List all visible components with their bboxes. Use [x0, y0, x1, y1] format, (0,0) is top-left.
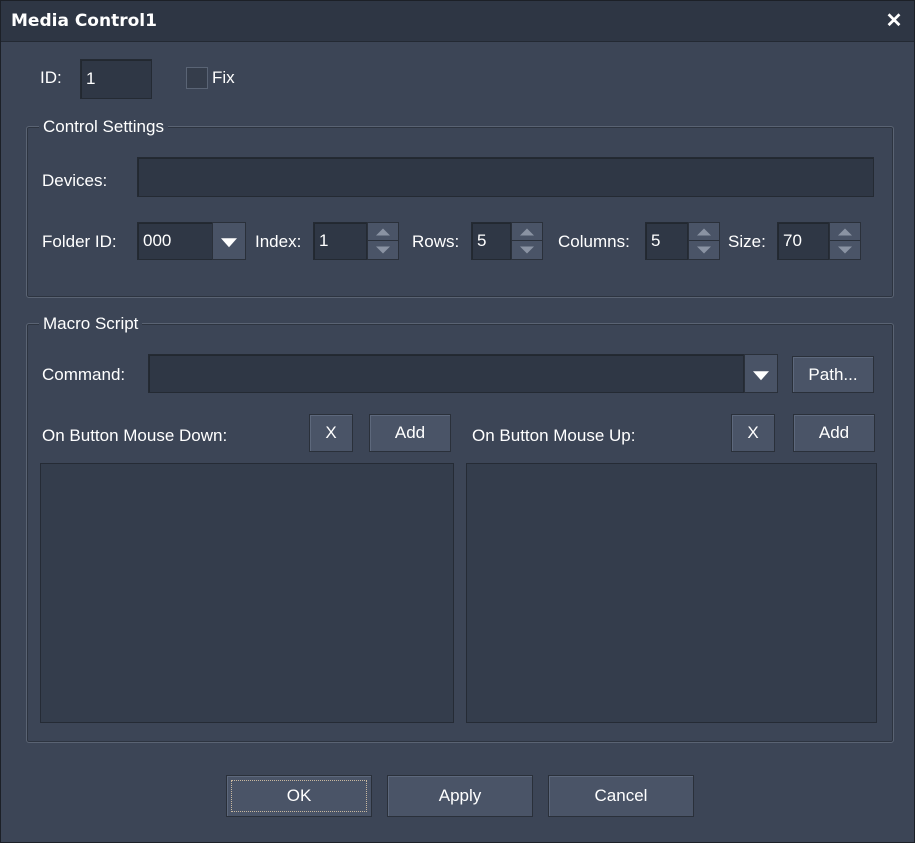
control-settings-title: Control Settings — [39, 117, 168, 137]
mouse-up-clear-button[interactable]: X — [731, 414, 775, 452]
control-settings-group — [26, 126, 894, 298]
index-label: Index: — [255, 232, 302, 251]
title-bar: Media Control1 ✕ — [1, 1, 914, 42]
columns-label: Columns: — [558, 232, 630, 251]
size-label: Size: — [728, 232, 766, 251]
ok-button[interactable]: OK — [226, 775, 372, 817]
index-field[interactable]: 1 — [313, 222, 367, 260]
size-spinner[interactable] — [829, 222, 861, 260]
mouse-down-clear-button[interactable]: X — [309, 414, 353, 452]
size-field[interactable]: 70 — [777, 222, 829, 260]
index-spinner[interactable] — [367, 222, 399, 260]
apply-button[interactable]: Apply — [387, 775, 533, 817]
rows-spinner[interactable] — [511, 222, 543, 260]
devices-label: Devices: — [42, 171, 108, 190]
folder-id-field[interactable]: 000 — [137, 222, 213, 260]
folder-id-dropdown-icon[interactable] — [212, 222, 246, 260]
mouse-down-script-list[interactable] — [40, 463, 454, 723]
mouse-up-label: On Button Mouse Up: — [472, 426, 636, 445]
command-dropdown-icon[interactable] — [744, 354, 778, 393]
size-up-arrow-icon[interactable] — [830, 223, 860, 241]
rows-label: Rows: — [412, 232, 460, 251]
fix-checkbox[interactable] — [186, 67, 208, 89]
folder-id-label: Folder ID: — [42, 232, 117, 251]
columns-field[interactable]: 5 — [645, 222, 688, 260]
index-down-arrow-icon[interactable] — [368, 241, 398, 259]
mouse-up-add-button[interactable]: Add — [793, 414, 875, 452]
mouse-up-script-list[interactable] — [466, 463, 877, 723]
columns-spinner[interactable] — [688, 222, 720, 260]
path-button[interactable]: Path... — [792, 356, 874, 393]
mouse-down-label: On Button Mouse Down: — [42, 426, 228, 445]
mouse-down-add-button[interactable]: Add — [369, 414, 451, 452]
columns-up-arrow-icon[interactable] — [689, 223, 719, 241]
media-control-dialog: Media Control1 ✕ ID: 1 Fix Control Setti… — [0, 0, 915, 843]
window-title: Media Control1 — [11, 11, 157, 31]
rows-up-arrow-icon[interactable] — [512, 223, 542, 241]
close-icon[interactable]: ✕ — [882, 9, 906, 33]
cancel-button[interactable]: Cancel — [548, 775, 694, 817]
fix-label: Fix — [212, 68, 235, 87]
size-down-arrow-icon[interactable] — [830, 241, 860, 259]
macro-script-title: Macro Script — [39, 314, 143, 334]
index-up-arrow-icon[interactable] — [368, 223, 398, 241]
rows-field[interactable]: 5 — [471, 222, 511, 260]
rows-down-arrow-icon[interactable] — [512, 241, 542, 259]
id-label: ID: — [40, 68, 62, 87]
command-field[interactable] — [148, 354, 744, 393]
columns-down-arrow-icon[interactable] — [689, 241, 719, 259]
devices-field[interactable] — [137, 157, 874, 197]
id-field[interactable]: 1 — [80, 59, 152, 99]
command-label: Command: — [42, 365, 126, 384]
